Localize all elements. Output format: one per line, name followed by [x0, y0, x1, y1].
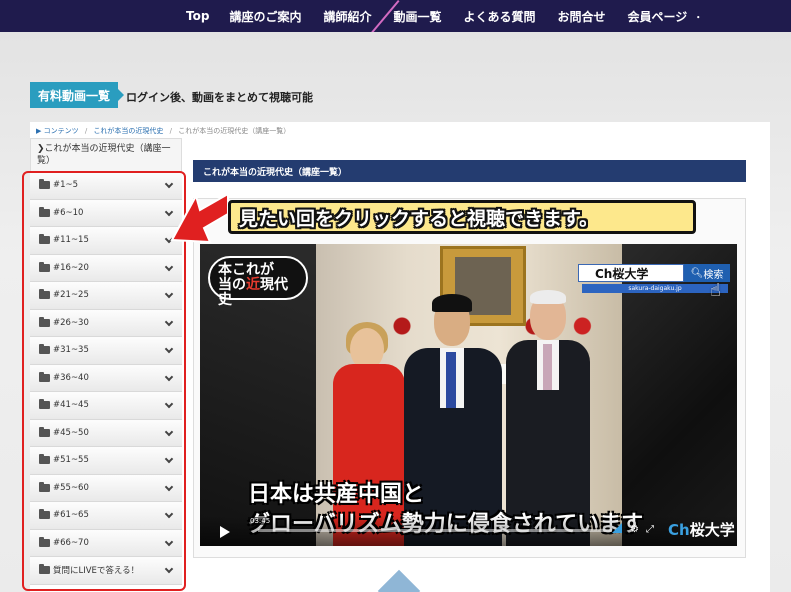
- video-controls: 03:45 ⚙ ⤢ Ch桜大学: [200, 516, 737, 546]
- badge-arrow: [118, 89, 124, 101]
- callout-banner: 見たい回をクリックすると視聴できます。: [228, 200, 696, 234]
- nav-members[interactable]: 会員ページ: [628, 8, 688, 25]
- volume-icon[interactable]: [612, 523, 622, 533]
- main-title: これが本当の近現代史（講座一覧）: [193, 160, 746, 182]
- page-headline: ログイン後、動画をまとめて視聴可能: [126, 91, 313, 104]
- subtitle-line1: 日本は共産中国と: [248, 482, 425, 507]
- play-icon[interactable]: [220, 526, 230, 538]
- search-button-label: 検索: [703, 269, 724, 281]
- channel-logo: Ch桜大学: [668, 519, 735, 540]
- breadcrumb-current: これが本当の近現代史（講座一覧）: [178, 127, 291, 135]
- nav-top[interactable]: Top: [186, 9, 209, 23]
- paid-videos-badge: 有料動画一覧: [30, 82, 118, 108]
- search-icon: 🔍︎: [690, 267, 704, 279]
- breadcrumb-sep: /: [84, 127, 88, 135]
- video-player[interactable]: 本これが 当の近現代史 Ch桜大学 🔍︎ 検索 sakura-daigaku.j…: [200, 244, 737, 546]
- nav-lecturers[interactable]: 講師紹介: [323, 8, 371, 25]
- channel-name: 桜大学: [689, 521, 735, 539]
- nav-faq[interactable]: よくある質問: [463, 8, 535, 25]
- hand-pointer-icon: ☝: [710, 280, 721, 301]
- gear-icon[interactable]: ⚙: [630, 524, 639, 535]
- person-2-tie: [446, 352, 456, 408]
- person-3-hair: [530, 290, 566, 304]
- channel-prefix: Ch: [668, 521, 690, 539]
- breadcrumb-home[interactable]: ▶ コンテンツ: [36, 127, 79, 135]
- show-logo-line2: 当の近現代史: [218, 277, 288, 308]
- search-button: 🔍︎ 検索: [684, 264, 730, 282]
- time-badge: 03:45: [248, 517, 273, 525]
- sidebar-heading[interactable]: ❯これが本当の近現代史（講座一覧）: [30, 138, 182, 172]
- breadcrumb-parent[interactable]: これが本当の近現代史: [93, 127, 163, 135]
- fullscreen-icon[interactable]: ⤢: [646, 524, 654, 535]
- nav-contact[interactable]: お問合せ: [558, 8, 606, 25]
- nav-dot: ・: [693, 12, 704, 24]
- show-logo: 本これが 当の近現代史: [208, 256, 308, 308]
- person-3-tie: [543, 344, 552, 390]
- red-arrow-icon: [170, 192, 229, 244]
- search-url: sakura-daigaku.jp: [582, 284, 728, 293]
- highlight-frame: [22, 171, 186, 591]
- person-2-hair: [432, 294, 472, 312]
- nav-videos[interactable]: 動画一覧: [393, 8, 441, 25]
- show-logo-line1: 本これが: [218, 262, 274, 278]
- nav-courses[interactable]: 講座のご案内: [229, 8, 301, 25]
- breadcrumb: ▶ コンテンツ / これが本当の近現代史 / これが本当の近現代史（講座一覧）: [36, 126, 290, 136]
- progress-bar[interactable]: [258, 529, 612, 532]
- breadcrumb-sep: /: [169, 127, 173, 135]
- search-term-box: Ch桜大学: [578, 264, 684, 282]
